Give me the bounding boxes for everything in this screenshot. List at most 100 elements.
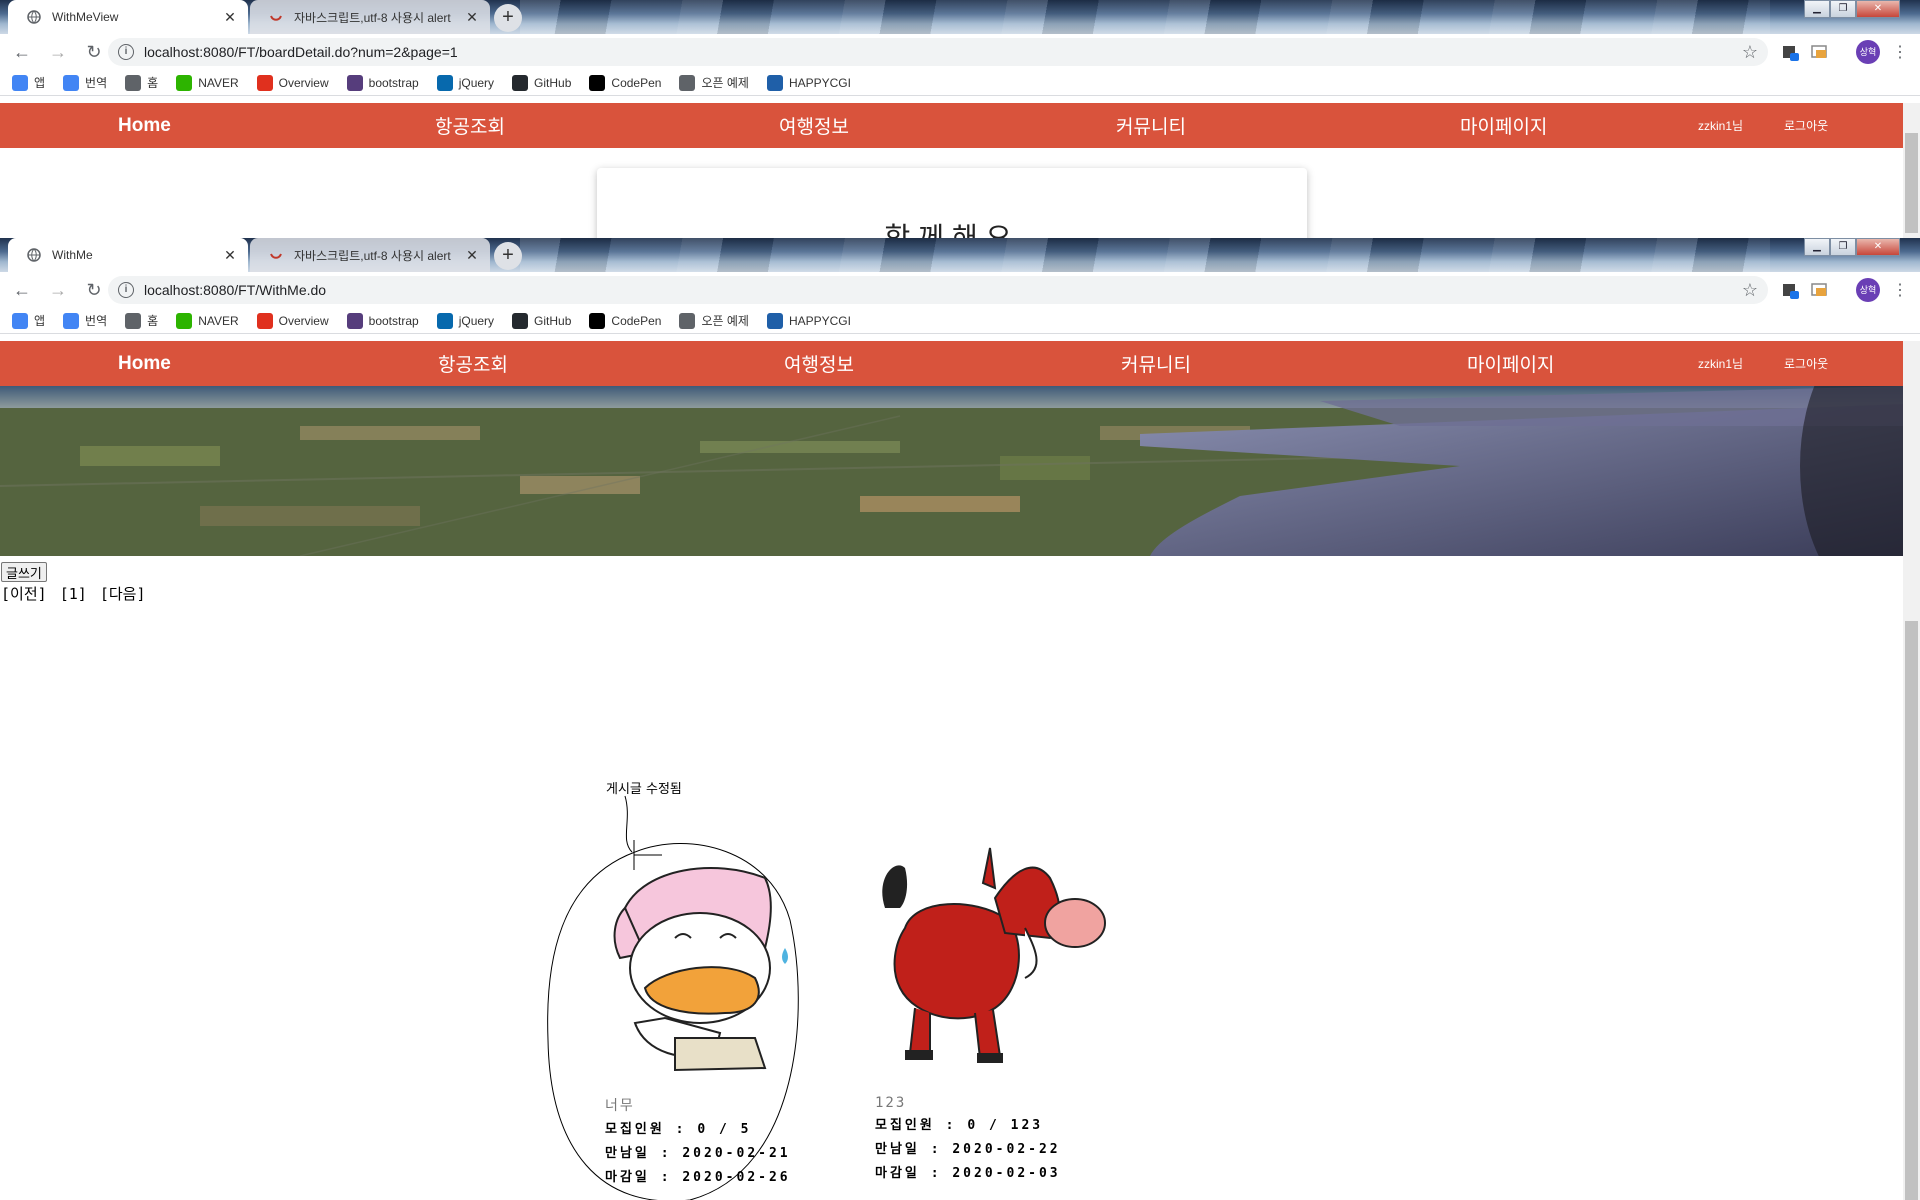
nav-user[interactable]: zzkin1님 [1698,117,1743,134]
site-header: Home 항공조회 여행정보 커뮤니티 마이페이지 zzkin1님 로그아웃 [0,341,1903,386]
bookmark-label: 번역 [85,314,108,328]
bookmark-label: bootstrap [368,313,419,328]
minimize-button[interactable]: ▁ [1804,0,1830,18]
nav-logout[interactable]: 로그아웃 [1784,355,1828,372]
new-tab-button[interactable]: + [494,4,522,32]
extension-icon[interactable] [1780,42,1800,62]
nav-home[interactable]: Home [118,115,171,137]
cast-icon[interactable] [1810,280,1830,300]
bookmark-item[interactable]: GitHub [512,312,571,329]
bookmark-item[interactable]: Overview [256,312,329,329]
bookmark-item[interactable]: 앱 [12,74,45,91]
info-icon[interactable]: i [118,44,134,60]
reload-icon[interactable]: ↻ [80,276,108,304]
bookmark-label: Overview [278,75,329,90]
tab-javascript[interactable]: 자바스크립트,utf-8 사용시 alert ✕ [250,238,490,272]
tab-javascript[interactable]: 자바스크립트,utf-8 사용시 alert ✕ [250,0,490,34]
close-icon[interactable]: ✕ [222,247,238,263]
page-1-link[interactable]: [1] [60,585,87,603]
cast-icon[interactable] [1810,42,1830,62]
bookmark-item[interactable]: GitHub [512,74,571,91]
nav-flights[interactable]: 항공조회 [435,112,505,139]
bookmark-item[interactable]: HAPPYCGI [766,74,851,91]
maximize-button[interactable]: ❐ [1830,0,1856,18]
bookmark-item[interactable]: 오픈 예제 [679,312,749,329]
bookmark-item[interactable]: 홈 [125,74,158,91]
close-icon[interactable]: ✕ [464,9,480,25]
browser-window-back: WithMeView ✕ 자바스크립트,utf-8 사용시 alert ✕ + … [0,0,1920,238]
maximize-button[interactable]: ❐ [1830,238,1856,256]
star-icon[interactable]: ☆ [1742,280,1758,301]
scrollbar-thumb[interactable] [1905,621,1918,1200]
bookmark-item[interactable]: 오픈 예제 [679,74,749,91]
browser-toolbar: ← → ↻ i localhost:8080/FT/boardDetail.do… [0,34,1920,70]
tab-strip: WithMeView ✕ 자바스크립트,utf-8 사용시 alert ✕ + … [0,0,1920,34]
forward-arrow-icon[interactable]: → [44,276,72,304]
globe-icon [679,74,696,91]
tab-withme[interactable]: WithMe ✕ [8,238,248,272]
hero-landscape-graphic [0,386,1903,556]
post-card[interactable]: 너무 모집인원 : 0 / 5 만남일 : 2020-02-21 마감일 : 2… [605,838,845,1187]
close-icon[interactable]: ✕ [464,247,480,263]
scrollbar[interactable] [1903,341,1920,1200]
star-icon[interactable]: ☆ [1742,42,1758,63]
scrollbar[interactable] [1903,103,1920,238]
new-tab-button[interactable]: + [494,242,522,270]
back-arrow-icon[interactable]: ← [8,38,36,66]
scrollbar-thumb[interactable] [1905,133,1918,233]
bookmark-item[interactable]: 번역 [63,312,107,329]
nav-community[interactable]: 커뮤니티 [1121,350,1191,377]
address-bar[interactable]: i localhost:8080/FT/boardDetail.do?num=2… [108,38,1768,66]
menu-icon[interactable]: ⋮ [1892,280,1908,300]
nav-community[interactable]: 커뮤니티 [1116,112,1186,139]
avatar[interactable]: 상혁 [1856,40,1880,64]
bookmark-label: 오픈 예제 [701,76,749,90]
reload-icon[interactable]: ↻ [80,38,108,66]
extension-icon[interactable] [1780,280,1800,300]
nav-travel[interactable]: 여행정보 [784,350,854,377]
globe-icon [125,74,142,91]
info-icon[interactable]: i [118,282,134,298]
nav-logout[interactable]: 로그아웃 [1784,117,1828,134]
nav-flights[interactable]: 항공조회 [438,350,508,377]
bookmark-item[interactable]: HAPPYCGI [766,312,851,329]
write-button[interactable]: 글쓰기 [1,562,47,582]
nav-home[interactable]: Home [118,353,171,375]
close-icon[interactable]: ✕ [222,9,238,25]
nav-user[interactable]: zzkin1님 [1698,355,1743,372]
nav-travel[interactable]: 여행정보 [779,112,849,139]
menu-icon[interactable]: ⋮ [1892,42,1908,62]
bookmark-item[interactable]: bootstrap [346,312,419,329]
globe-icon [26,247,42,263]
back-arrow-icon[interactable]: ← [8,276,36,304]
bookmark-item[interactable]: NAVER [176,312,239,329]
next-page-link[interactable]: [다음] [100,585,146,603]
address-bar[interactable]: i localhost:8080/FT/WithMe.do ☆ [108,276,1768,304]
bookmark-item[interactable]: NAVER [176,74,239,91]
translate-icon [63,312,80,329]
bookmark-item[interactable]: 앱 [12,312,45,329]
prev-page-link[interactable]: [이전] [1,585,47,603]
bookmark-item[interactable]: jQuery [436,312,494,329]
window-close-button[interactable]: ✕ [1856,238,1900,256]
smile-favicon-icon [268,9,284,25]
nav-mypage[interactable]: 마이페이지 [1460,112,1547,139]
post-card[interactable]: 123 모집인원 : 0 / 123 만남일 : 2020-02-22 마감일 … [875,838,1115,1183]
forward-arrow-icon[interactable]: → [44,38,72,66]
bookmark-item[interactable]: Overview [256,74,329,91]
tab-withmeview[interactable]: WithMeView ✕ [8,0,248,34]
warthog-character-image [882,847,1106,1063]
minimize-button[interactable]: ▁ [1804,238,1830,256]
detail-card: 함께해요 [597,168,1307,238]
nav-mypage[interactable]: 마이페이지 [1467,350,1554,377]
bookmark-label: CodePen [611,75,662,90]
avatar[interactable]: 상혁 [1856,278,1880,302]
bookmark-item[interactable]: 홈 [125,312,158,329]
window-close-button[interactable]: ✕ [1856,0,1900,18]
bookmark-item[interactable]: jQuery [436,74,494,91]
bookmark-item[interactable]: CodePen [589,74,662,91]
happycgi-icon [766,74,783,91]
bookmark-item[interactable]: CodePen [589,312,661,329]
bookmark-item[interactable]: 번역 [63,74,107,91]
bookmark-item[interactable]: bootstrap [346,74,419,91]
